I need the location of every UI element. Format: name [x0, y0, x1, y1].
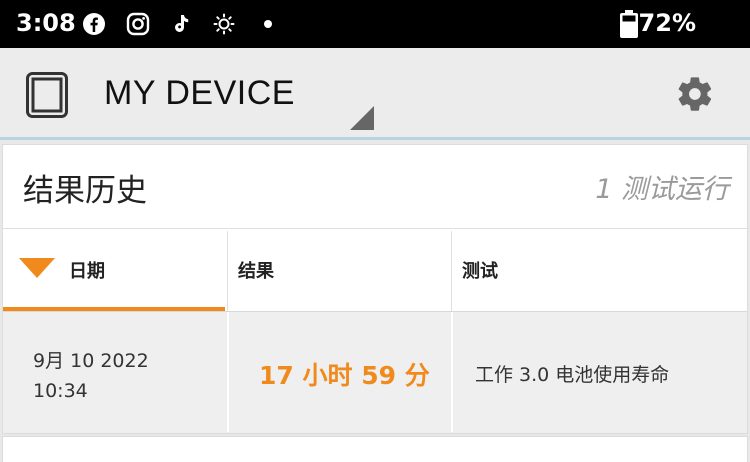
facebook-icon — [83, 13, 105, 35]
music-note-icon — [175, 15, 189, 32]
device-selector-title[interactable]: MY DEVICE — [104, 74, 295, 113]
brightness-icon — [213, 13, 235, 35]
column-label-test: 测试 — [462, 261, 498, 282]
app-bar: MY DEVICE — [0, 48, 750, 140]
cell-test: 工作 3.0 电池使用寿命 — [451, 312, 747, 432]
date-value: 9月 10 2022 — [33, 350, 149, 372]
column-header-test[interactable]: 测试 — [451, 231, 747, 311]
tablet-icon — [26, 72, 68, 118]
status-time: 3:08 — [16, 9, 76, 37]
instagram-icon — [126, 12, 150, 36]
sort-descending-icon — [19, 258, 55, 278]
column-label-result: 结果 — [238, 261, 274, 282]
table-row[interactable]: 9月 10 2022 10:34 17 小时 59 分 工作 3.0 电池使用寿… — [3, 311, 747, 433]
time-value: 10:34 — [33, 380, 88, 402]
result-value: 17 小时 59 分 — [259, 361, 430, 390]
card-header: 结果历史 1 测试运行 — [3, 145, 747, 229]
dot-icon — [264, 20, 272, 28]
test-name: 工作 3.0 电池使用寿命 — [475, 364, 670, 386]
battery-icon — [620, 10, 638, 38]
dropdown-triangle-icon[interactable] — [350, 106, 374, 130]
column-header-result[interactable]: 结果 — [227, 231, 449, 311]
cell-date: 9月 10 2022 10:34 — [3, 312, 227, 432]
cell-result: 17 小时 59 分 — [227, 312, 451, 432]
status-bar: 3:08 72% — [0, 0, 750, 48]
battery-percentage: 72% — [638, 9, 696, 37]
gear-icon[interactable] — [675, 74, 715, 114]
column-header-date[interactable]: 日期 — [3, 231, 225, 311]
column-label-date: 日期 — [69, 261, 105, 282]
next-card — [2, 436, 748, 462]
test-run-count: 1 测试运行 — [595, 174, 729, 205]
results-history-title: 结果历史 — [23, 173, 147, 209]
results-history-card: 结果历史 1 测试运行 日期 结果 测试 9月 10 2022 10:34 17… — [2, 144, 748, 434]
